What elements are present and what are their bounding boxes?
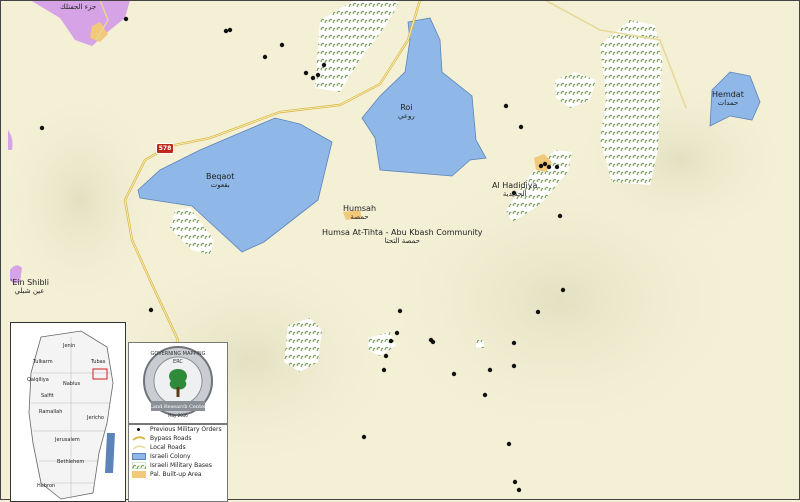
seal-name: Land Research Center bbox=[150, 404, 208, 410]
label-al-hadidiya: Al Hadidiya الحديدية bbox=[492, 181, 537, 198]
inset-town: Tulkarm bbox=[33, 359, 53, 365]
bypass-road-icon bbox=[132, 435, 146, 442]
label-beqaot-en: Beqaot bbox=[206, 172, 235, 181]
label-ein-shibli-en: 'Ein Shibli bbox=[10, 278, 49, 287]
label-hemdat: Hemdat حمدات bbox=[712, 90, 744, 107]
legend-label: Pal. Built-up Area bbox=[150, 471, 202, 478]
label-humsah: Humsah حمصة bbox=[343, 204, 376, 221]
inset-town: Jenin bbox=[63, 343, 76, 349]
local-road-icon bbox=[132, 444, 146, 451]
legend-label: Bypass Roads bbox=[150, 435, 192, 442]
inset-town: Tubas bbox=[91, 359, 106, 365]
legend-item-base: Israeli Military Bases bbox=[131, 461, 227, 470]
label-beqaot: Beqaot بقعوت bbox=[206, 172, 234, 189]
terrain-shade bbox=[560, 70, 800, 250]
inset-town: Salfit bbox=[41, 393, 54, 399]
legend-item-builtup: Pal. Built-up Area bbox=[132, 470, 227, 479]
label-humsah-en: Humsah bbox=[343, 204, 377, 213]
label-roi: Roi روعي bbox=[398, 103, 415, 120]
label-roi-ar: روعي bbox=[398, 112, 415, 120]
label-hemdat-ar: حمدات bbox=[717, 99, 739, 107]
label-roi-en: Roi bbox=[400, 103, 413, 112]
inset-town: Jericho bbox=[87, 415, 104, 421]
legend-item-colony: Israeli Colony bbox=[132, 452, 227, 461]
military-base bbox=[476, 340, 484, 348]
dot-icon bbox=[132, 426, 146, 433]
label-beqaot-ar: بقعوت bbox=[210, 181, 230, 189]
legend-item-local: Local Roads bbox=[132, 443, 227, 452]
label-al-hadidiya-en: Al Hadidiya bbox=[492, 181, 538, 190]
label-humsa-community: Humsa At-Tihta - Abu Kbash Community حمص… bbox=[322, 228, 483, 245]
inset-map-shape bbox=[28, 330, 115, 500]
builtup-swatch-icon bbox=[132, 471, 146, 478]
seal-code: ERC bbox=[173, 359, 183, 365]
label-hemdat-en: Hemdat bbox=[712, 90, 744, 99]
label-humsa-community-en: Humsa At-Tihta - Abu Kbash Community bbox=[322, 228, 483, 237]
legend-label: Local Roads bbox=[150, 444, 186, 451]
road-number-badge: 578 bbox=[156, 143, 174, 154]
label-humsa-community-ar: حمصة التحتا bbox=[384, 237, 420, 245]
seal-top-text: GOVERNING MAPPING bbox=[150, 351, 205, 357]
inset-town: Hebron bbox=[37, 483, 56, 489]
label-ein-shibli: 'Ein Shibli عين شبلي bbox=[10, 278, 49, 295]
map-legend: Previous Military Orders Bypass Roads Lo… bbox=[128, 424, 228, 502]
lrc-logo: GOVERNING MAPPING ERC Land Research Cent… bbox=[128, 342, 228, 424]
legend-item-orders: Previous Military Orders bbox=[132, 425, 227, 434]
tree-icon bbox=[169, 369, 187, 390]
seal-date: May 2016 bbox=[168, 413, 188, 418]
inset-town: Bethlehem bbox=[57, 459, 85, 465]
label-ein-shibli-ar: عين شبلي bbox=[14, 287, 45, 295]
inset-town: Nablus bbox=[63, 381, 81, 387]
inset-map: Jenin Tulkarm Tubas Qalqiliya Nablus Sal… bbox=[10, 322, 126, 502]
inset-town: Qalqiliya bbox=[27, 377, 49, 383]
legend-label: Previous Military Orders bbox=[150, 426, 222, 433]
legend-label: Israeli Colony bbox=[150, 453, 191, 460]
label-jiftlik-ar: جزء الجفتلك bbox=[60, 3, 97, 11]
legend-label: Israeli Military Bases bbox=[150, 462, 212, 469]
military-base bbox=[600, 20, 662, 185]
base-swatch-icon bbox=[131, 461, 147, 470]
lrc-seal: GOVERNING MAPPING ERC Land Research Cent… bbox=[143, 346, 213, 418]
colony-swatch-icon bbox=[132, 453, 146, 460]
inset-town: Ramallah bbox=[39, 409, 63, 415]
inset-town: Jerusalem bbox=[55, 437, 80, 443]
label-al-hadidiya-ar: الحديدية bbox=[502, 190, 527, 198]
label-humsah-ar: حمصة bbox=[350, 213, 369, 221]
legend-item-bypass: Bypass Roads bbox=[132, 434, 227, 443]
